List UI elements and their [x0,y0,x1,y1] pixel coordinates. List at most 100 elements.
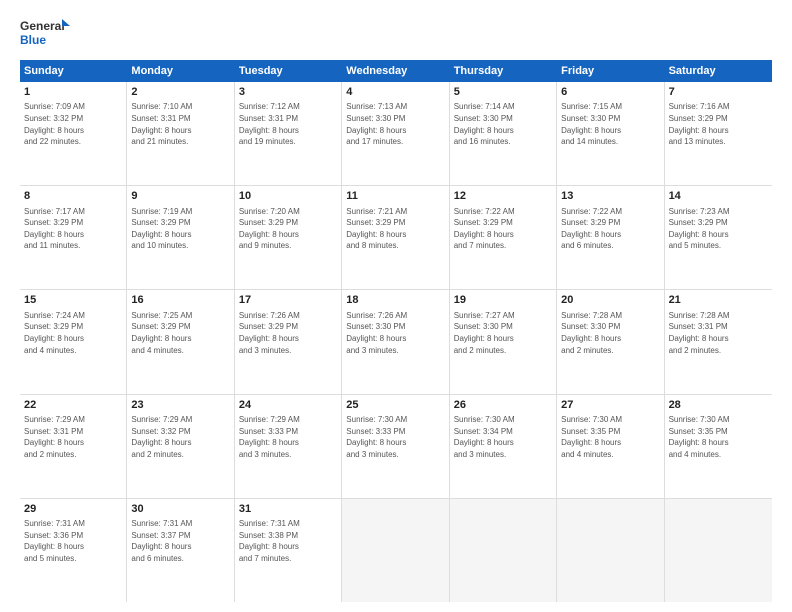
day-number: 20 [561,293,659,308]
calendar-empty-cell [450,499,557,602]
svg-text:General: General [20,19,65,33]
header-day-thursday: Thursday [450,60,557,82]
header-day-monday: Monday [127,60,234,82]
day-number: 6 [561,85,659,100]
calendar-day-28: 28Sunrise: 7:30 AMSunset: 3:35 PMDayligh… [665,395,772,498]
day-info: Sunrise: 7:21 AMSunset: 3:29 PMDaylight:… [346,206,444,252]
calendar-day-2: 2Sunrise: 7:10 AMSunset: 3:31 PMDaylight… [127,82,234,185]
page: General Blue SundayMondayTuesdayWednesda… [0,0,792,612]
calendar-day-5: 5Sunrise: 7:14 AMSunset: 3:30 PMDaylight… [450,82,557,185]
day-number: 16 [131,293,229,308]
day-number: 9 [131,189,229,204]
day-number: 2 [131,85,229,100]
day-info: Sunrise: 7:14 AMSunset: 3:30 PMDaylight:… [454,101,552,147]
calendar: SundayMondayTuesdayWednesdayThursdayFrid… [20,60,772,602]
calendar-day-12: 12 Sunrise: 7:22 AMSunset: 3:29 PMDayligh… [450,186,557,289]
day-number: 27 [561,398,659,413]
day-number: 14 [669,189,768,204]
calendar-day-8: 8 Sunrise: 7:17 AMSunset: 3:29 PMDaylight… [20,186,127,289]
day-info: Sunrise: 7:12 AMSunset: 3:31 PMDaylight:… [239,101,337,147]
day-number: 13 [561,189,659,204]
calendar-day-24: 24Sunrise: 7:29 AMSunset: 3:33 PMDayligh… [235,395,342,498]
day-info: Sunrise: 7:25 AMSunset: 3:29 PMDaylight:… [131,310,229,356]
day-info: Sunrise: 7:22 AMSunset: 3:29 PMDaylight:… [561,206,659,252]
calendar-day-13: 13 Sunrise: 7:22 AMSunset: 3:29 PMDayligh… [557,186,664,289]
day-info: Sunrise: 7:10 AMSunset: 3:31 PMDaylight:… [131,101,229,147]
calendar-day-10: 10Sunrise: 7:20 AMSunset: 3:29 PMDayligh… [235,186,342,289]
day-info: Sunrise: 7:24 AMSunset: 3:29 PMDaylight:… [24,310,122,356]
header-day-wednesday: Wednesday [342,60,449,82]
calendar-empty-cell [342,499,449,602]
day-number: 12 [454,189,552,204]
day-info: Sunrise: 7:31 AMSunset: 3:36 PMDaylight:… [24,518,122,564]
day-info: Sunrise: 7:29 AMSunset: 3:33 PMDaylight:… [239,414,337,460]
day-number: 4 [346,85,444,100]
header-day-saturday: Saturday [665,60,772,82]
day-info: Sunrise: 7:30 AMSunset: 3:35 PMDaylight:… [669,414,768,460]
calendar-week-2: 8 Sunrise: 7:17 AMSunset: 3:29 PMDaylight… [20,186,772,290]
day-info: Sunrise: 7:17 AMSunset: 3:29 PMDaylight:… [24,206,122,252]
day-number: 10 [239,189,337,204]
day-info: Sunrise: 7:26 AMSunset: 3:29 PMDaylight:… [239,310,337,356]
day-info: Sunrise: 7:29 AMSunset: 3:32 PMDaylight:… [131,414,229,460]
calendar-day-18: 18Sunrise: 7:26 AMSunset: 3:30 PMDayligh… [342,290,449,393]
calendar-body: 1Sunrise: 7:09 AMSunset: 3:32 PMDaylight… [20,82,772,602]
header-day-friday: Friday [557,60,664,82]
day-info: Sunrise: 7:31 AMSunset: 3:37 PMDaylight:… [131,518,229,564]
day-number: 29 [24,502,122,517]
day-number: 25 [346,398,444,413]
calendar-day-3: 3Sunrise: 7:12 AMSunset: 3:31 PMDaylight… [235,82,342,185]
calendar-day-20: 20 Sunrise: 7:28 AMSunset: 3:30 PMDayligh… [557,290,664,393]
day-number: 26 [454,398,552,413]
day-info: Sunrise: 7:13 AMSunset: 3:30 PMDaylight:… [346,101,444,147]
header-day-tuesday: Tuesday [235,60,342,82]
day-number: 7 [669,85,768,100]
day-number: 17 [239,293,337,308]
calendar-day-1: 1Sunrise: 7:09 AMSunset: 3:32 PMDaylight… [20,82,127,185]
day-info: Sunrise: 7:31 AMSunset: 3:38 PMDaylight:… [239,518,337,564]
calendar-day-16: 16 Sunrise: 7:25 AMSunset: 3:29 PMDayligh… [127,290,234,393]
day-number: 1 [24,85,122,100]
day-number: 5 [454,85,552,100]
day-number: 19 [454,293,552,308]
day-info: Sunrise: 7:22 AMSunset: 3:29 PMDaylight:… [454,206,552,252]
logo: General Blue [20,16,70,52]
day-number: 3 [239,85,337,100]
calendar-week-3: 15Sunrise: 7:24 AMSunset: 3:29 PMDayligh… [20,290,772,394]
calendar-day-26: 26Sunrise: 7:30 AMSunset: 3:34 PMDayligh… [450,395,557,498]
calendar-empty-cell [557,499,664,602]
calendar-day-25: 25Sunrise: 7:30 AMSunset: 3:33 PMDayligh… [342,395,449,498]
day-number: 28 [669,398,768,413]
calendar-day-17: 17 Sunrise: 7:26 AMSunset: 3:29 PMDayligh… [235,290,342,393]
day-info: Sunrise: 7:16 AMSunset: 3:29 PMDaylight:… [669,101,768,147]
calendar-week-4: 22Sunrise: 7:29 AMSunset: 3:31 PMDayligh… [20,395,772,499]
calendar-day-6: 6Sunrise: 7:15 AMSunset: 3:30 PMDaylight… [557,82,664,185]
day-info: Sunrise: 7:26 AMSunset: 3:30 PMDaylight:… [346,310,444,356]
calendar-day-21: 21Sunrise: 7:28 AMSunset: 3:31 PMDayligh… [665,290,772,393]
day-info: Sunrise: 7:28 AMSunset: 3:30 PMDaylight:… [561,310,659,356]
day-info: Sunrise: 7:19 AMSunset: 3:29 PMDaylight:… [131,206,229,252]
calendar-day-29: 29Sunrise: 7:31 AMSunset: 3:36 PMDayligh… [20,499,127,602]
calendar-day-9: 9 Sunrise: 7:19 AMSunset: 3:29 PMDaylight… [127,186,234,289]
calendar-header: SundayMondayTuesdayWednesdayThursdayFrid… [20,60,772,82]
header: General Blue [20,16,772,52]
calendar-empty-cell [665,499,772,602]
calendar-day-14: 14 Sunrise: 7:23 AMSunset: 3:29 PMDayligh… [665,186,772,289]
day-info: Sunrise: 7:30 AMSunset: 3:33 PMDaylight:… [346,414,444,460]
day-info: Sunrise: 7:09 AMSunset: 3:32 PMDaylight:… [24,101,122,147]
day-number: 30 [131,502,229,517]
svg-text:Blue: Blue [20,33,46,47]
day-number: 31 [239,502,337,517]
day-info: Sunrise: 7:15 AMSunset: 3:30 PMDaylight:… [561,101,659,147]
day-number: 23 [131,398,229,413]
calendar-day-19: 19 Sunrise: 7:27 AMSunset: 3:30 PMDayligh… [450,290,557,393]
day-number: 24 [239,398,337,413]
calendar-day-23: 23Sunrise: 7:29 AMSunset: 3:32 PMDayligh… [127,395,234,498]
day-number: 8 [24,189,122,204]
day-info: Sunrise: 7:27 AMSunset: 3:30 PMDaylight:… [454,310,552,356]
calendar-day-11: 11Sunrise: 7:21 AMSunset: 3:29 PMDayligh… [342,186,449,289]
calendar-day-31: 31Sunrise: 7:31 AMSunset: 3:38 PMDayligh… [235,499,342,602]
calendar-day-30: 30Sunrise: 7:31 AMSunset: 3:37 PMDayligh… [127,499,234,602]
day-info: Sunrise: 7:23 AMSunset: 3:29 PMDaylight:… [669,206,768,252]
day-info: Sunrise: 7:28 AMSunset: 3:31 PMDaylight:… [669,310,768,356]
